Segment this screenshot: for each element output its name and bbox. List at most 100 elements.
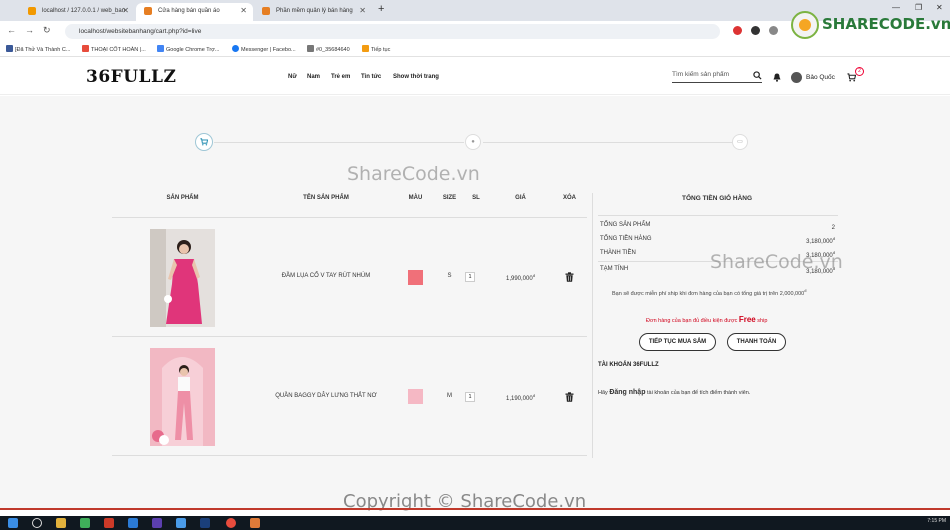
restore-icon[interactable]: ❐ — [915, 3, 922, 12]
bookmark-item[interactable]: Messenger | Facebo... — [232, 45, 296, 53]
avatar[interactable] — [791, 72, 802, 83]
os-taskbar: 7:15 PM — [0, 516, 950, 530]
chrome-icon[interactable] — [226, 518, 236, 528]
app-icon[interactable] — [128, 518, 138, 528]
close-tab-icon[interactable]: ✕ — [359, 3, 366, 19]
page-body — [0, 96, 950, 509]
nav-item-kids[interactable]: Trẻ em — [331, 74, 350, 80]
close-tab-icon[interactable]: ✕ — [122, 3, 129, 19]
search-icon[interactable] — [32, 518, 42, 528]
tab-label: Cửa hàng bán quần áo — [158, 8, 220, 14]
extension-icon[interactable] — [751, 26, 760, 35]
login-link[interactable]: Đăng nhập — [609, 389, 645, 396]
windows-start-icon[interactable] — [8, 518, 18, 528]
site-header: 36FULLZ Nữ Nam Trẻ em Tin tức Show thời … — [0, 57, 950, 95]
bookmark-item[interactable]: Tiếp tục — [362, 45, 390, 53]
col-header-color: MÀU — [408, 195, 423, 201]
bookmark-item[interactable]: Google Chrome Trợ... — [157, 45, 219, 53]
browser-tab-active[interactable]: Cửa hàng bán quần áo ✕ — [136, 3, 253, 21]
step-info: ● — [465, 134, 481, 150]
checkout-button[interactable]: THANH TOÁN — [727, 333, 786, 351]
bookmark-item[interactable]: #0_35684640 — [307, 45, 350, 53]
app-icon[interactable] — [104, 518, 114, 528]
watermark-text: ShareCode.vn — [710, 251, 843, 273]
site-logo[interactable]: 36FULLZ — [86, 67, 176, 87]
nav-item-fashion-show[interactable]: Show thời trang — [393, 74, 439, 80]
extension-icon[interactable] — [769, 26, 778, 35]
browser-tab[interactable]: localhost / 127.0.0.1 / web_ban ✕ — [20, 3, 135, 21]
nav-item-news[interactable]: Tin tức — [361, 74, 381, 80]
trash-icon[interactable] — [565, 392, 574, 402]
tab-favicon-icon — [262, 7, 270, 15]
col-header-size: SIZE — [442, 195, 457, 201]
bell-icon[interactable] — [773, 73, 781, 82]
extension-icon[interactable] — [733, 26, 742, 35]
quantity-input[interactable]: 1 — [465, 272, 475, 282]
summary-label: TỔNG TIỀN HÀNG — [600, 236, 652, 242]
product-image[interactable] — [150, 229, 215, 327]
divider — [112, 336, 587, 337]
clock: 7:15 PM — [927, 518, 946, 524]
quantity-input[interactable]: 1 — [465, 392, 475, 402]
step-payment: ▭ — [732, 134, 748, 150]
app-icon[interactable] — [80, 518, 90, 528]
username[interactable]: Bảo Quốc — [806, 74, 835, 81]
bookmark-item[interactable]: THOẠI CỐT HOÀN |... — [82, 45, 146, 53]
new-tab-icon[interactable]: + — [378, 3, 384, 15]
nav-item-women[interactable]: Nữ — [288, 74, 297, 80]
trash-icon[interactable] — [565, 272, 574, 282]
price-value: 1,190,000đ — [506, 393, 535, 402]
url-field[interactable]: localhost/websitebanhang/cart.php?id=liv… — [65, 24, 720, 39]
minimize-icon[interactable]: — — [892, 3, 900, 12]
bookmarks-bar: [Đã Thử Và Thành C... THOẠI CỐT HOÀN |..… — [0, 41, 950, 57]
close-tab-icon[interactable]: ✕ — [240, 3, 247, 19]
step-cart — [195, 133, 213, 151]
color-swatch — [408, 270, 423, 285]
search-input[interactable] — [672, 71, 748, 78]
continue-shopping-button[interactable]: TIẾP TỤC MUA SẮM — [639, 333, 716, 351]
cart-icon — [200, 138, 209, 146]
back-icon[interactable]: ← — [7, 25, 16, 35]
free-ship-note: Bạn sẽ được miễn phí ship khi đơn hàng c… — [612, 288, 807, 297]
account-note: Hãy Đăng nhập tài khoản của bạn để tích … — [598, 389, 751, 396]
stepper-line — [214, 142, 464, 143]
summary-label: TỔNG SẢN PHẨM — [600, 222, 651, 228]
col-header-price: GIÁ — [515, 195, 526, 201]
summary-title: TỔNG TIỀN GIỎ HÀNG — [682, 195, 753, 202]
divider-vertical — [592, 193, 593, 458]
free-ship-eligible: Đơn hàng của bạn đủ điều kiện được Free … — [646, 315, 768, 324]
browser-tab[interactable]: Phần mềm quản lý bán hàng ✕ — [254, 3, 372, 21]
tab-favicon-icon — [144, 7, 152, 15]
account-title: TÀI KHOẢN 36FULLZ — [598, 362, 659, 368]
summary-value: 2 — [831, 225, 835, 231]
file-explorer-icon[interactable] — [56, 518, 66, 528]
cart-count-badge: 2 — [855, 67, 864, 76]
cart-icon[interactable] — [847, 73, 856, 82]
app-icon[interactable] — [152, 518, 162, 528]
app-icon[interactable] — [176, 518, 186, 528]
nav-item-men[interactable]: Nam — [307, 74, 320, 80]
sharecode-logo-text: SHARECODE.vn — [822, 15, 950, 33]
divider — [112, 217, 587, 218]
product-image[interactable] — [150, 348, 215, 446]
forward-icon[interactable]: → — [25, 25, 34, 35]
col-header-name: TÊN SẢN PHẨM — [303, 195, 349, 201]
summary-label: THÀNH TIỀN — [600, 250, 636, 256]
divider — [598, 215, 838, 216]
product-name[interactable]: ĐẦM LỤA CỔ V TAY RÚT NHÚM — [266, 273, 386, 279]
summary-value: 3,180,000đ — [806, 236, 835, 245]
close-window-icon[interactable]: ✕ — [936, 3, 943, 12]
size-value: M — [447, 393, 452, 399]
bookmark-item[interactable]: [Đã Thử Và Thành C... — [6, 45, 70, 53]
app-icon[interactable] — [200, 518, 210, 528]
search-icon[interactable] — [753, 71, 762, 80]
footer-line — [0, 508, 950, 510]
product-name[interactable]: QUẦN BAGGY DÂY LƯNG THẮT NƠ — [266, 393, 386, 399]
url-text: localhost/websitebanhang/cart.php?id=liv… — [79, 28, 202, 35]
reload-icon[interactable]: ↻ — [43, 25, 51, 36]
col-header-delete: XÓA — [562, 195, 576, 201]
price-value: 1,990,000đ — [506, 273, 535, 282]
app-icon[interactable] — [250, 518, 260, 528]
col-header-product: SẢN PHẨM — [166, 195, 199, 201]
tab-favicon-icon — [28, 7, 36, 15]
